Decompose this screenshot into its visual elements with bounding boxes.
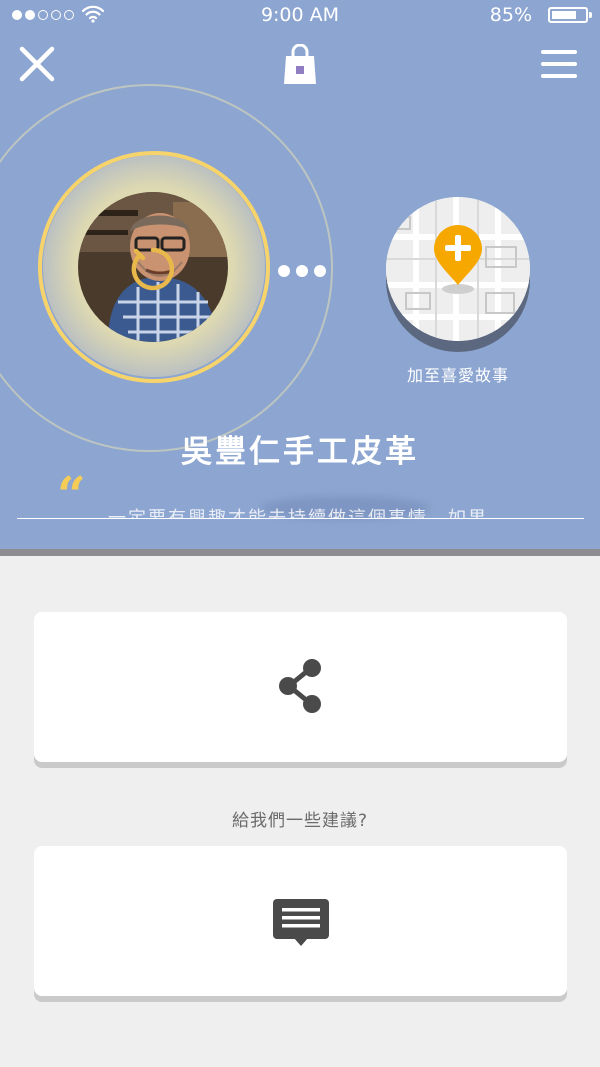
share-button[interactable] — [34, 612, 567, 762]
battery-percent: 85% — [489, 4, 532, 26]
more-dots-icon[interactable] — [278, 265, 326, 277]
chat-message-icon — [273, 899, 329, 946]
quote-mark-icon: “ — [57, 465, 86, 524]
shopping-bag-icon[interactable] — [283, 44, 317, 86]
add-favorite-label: 加至喜愛故事 — [406, 366, 509, 385]
status-bar: 9:00 AM 85% — [0, 0, 600, 32]
story-hero: 9:00 AM 85% 加至喜愛故事 吳豐仁手工皮革 “ 一定要有興趣才能去持續… — [0, 0, 600, 549]
close-icon[interactable] — [18, 45, 56, 83]
timer-icon — [131, 247, 175, 291]
hamburger-menu-icon[interactable] — [540, 48, 578, 80]
feedback-button[interactable] — [34, 846, 567, 996]
add-favorite-map-button[interactable] — [386, 197, 530, 341]
story-title: 吳豐仁手工皮革 — [181, 434, 419, 470]
suggestion-prompt: 給我們一些建議? — [231, 811, 369, 831]
hero-divider — [0, 549, 600, 556]
quote-divider — [17, 518, 584, 519]
share-icon — [279, 659, 321, 713]
story-quote[interactable]: 一定要有興趣才能去持續做這個事情，如果 — [108, 505, 578, 519]
battery-icon — [548, 7, 592, 23]
